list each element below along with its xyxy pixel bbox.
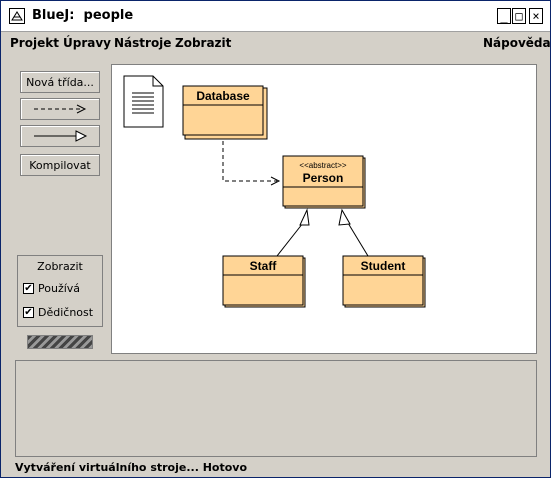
class-database-name: Database	[196, 89, 250, 103]
class-staff-name: Staff	[250, 259, 278, 273]
inheritance-checkbox-row[interactable]: ✔ Dědičnost	[23, 306, 93, 319]
message-area	[15, 360, 537, 457]
class-database[interactable]: Database	[182, 85, 268, 140]
class-person-stereotype: <<abstract>>	[299, 161, 346, 170]
compile-button[interactable]: Kompilovat	[20, 154, 100, 176]
class-student-name: Student	[361, 259, 406, 273]
window-title: BlueJ: people	[32, 8, 134, 23]
inheritance-checkbox[interactable]: ✔	[23, 307, 34, 318]
minimize-button[interactable]: _	[497, 8, 511, 24]
uses-checkbox[interactable]: ✔	[23, 283, 34, 294]
class-student[interactable]: Student	[342, 255, 426, 308]
class-diagram-canvas[interactable]: Database <<abstract>> Person Staff Stude…	[111, 64, 537, 354]
inheritance-label: Dědičnost	[38, 306, 94, 319]
menu-upravy[interactable]: Úpravy	[63, 36, 111, 50]
dashed-arrow-icon	[34, 104, 87, 114]
class-staff[interactable]: Staff	[222, 255, 306, 308]
view-panel-title: Zobrazit	[37, 260, 83, 273]
status-bar-text: Vytváření virtuálního stroje... Hotovo	[15, 461, 248, 474]
menu-projekt[interactable]: Projekt	[10, 36, 59, 50]
view-options-panel: Zobrazit ✔ Používá ✔ Dědičnost	[17, 255, 103, 327]
bluej-app-icon	[9, 8, 25, 24]
inheritance-arrow-icon	[34, 130, 88, 142]
inheritance-arrow-student-person	[338, 208, 369, 257]
uses-arrow-button[interactable]	[20, 98, 100, 120]
readme-note-icon[interactable]	[123, 75, 164, 128]
new-class-button[interactable]: Nová třída...	[20, 71, 100, 93]
uses-label: Používá	[38, 282, 81, 295]
inheritance-arrow-button[interactable]	[20, 125, 100, 147]
maximize-button[interactable]: □	[512, 8, 526, 24]
menu-napoveda[interactable]: Nápověda	[483, 36, 550, 50]
menu-bar: Projekt Úpravy Nástroje Zobrazit Nápověd…	[1, 32, 550, 54]
class-diagram: Database <<abstract>> Person Staff Stude…	[123, 75, 426, 308]
uses-checkbox-row[interactable]: ✔ Používá	[23, 282, 80, 295]
class-person[interactable]: <<abstract>> Person	[282, 155, 366, 209]
bluej-window: BlueJ: people _ □ × Projekt Úpravy Nástr…	[0, 0, 551, 478]
menu-zobrazit[interactable]: Zobrazit	[175, 36, 231, 50]
close-button[interactable]: ×	[529, 8, 543, 24]
inheritance-arrow-staff-person	[276, 208, 310, 257]
uses-arrow-database-person	[222, 141, 281, 186]
menu-nastroje[interactable]: Nástroje	[114, 36, 171, 50]
machine-activity-indicator	[27, 335, 93, 349]
title-bar[interactable]: BlueJ: people _ □ ×	[1, 1, 550, 32]
class-person-name: Person	[303, 171, 344, 185]
